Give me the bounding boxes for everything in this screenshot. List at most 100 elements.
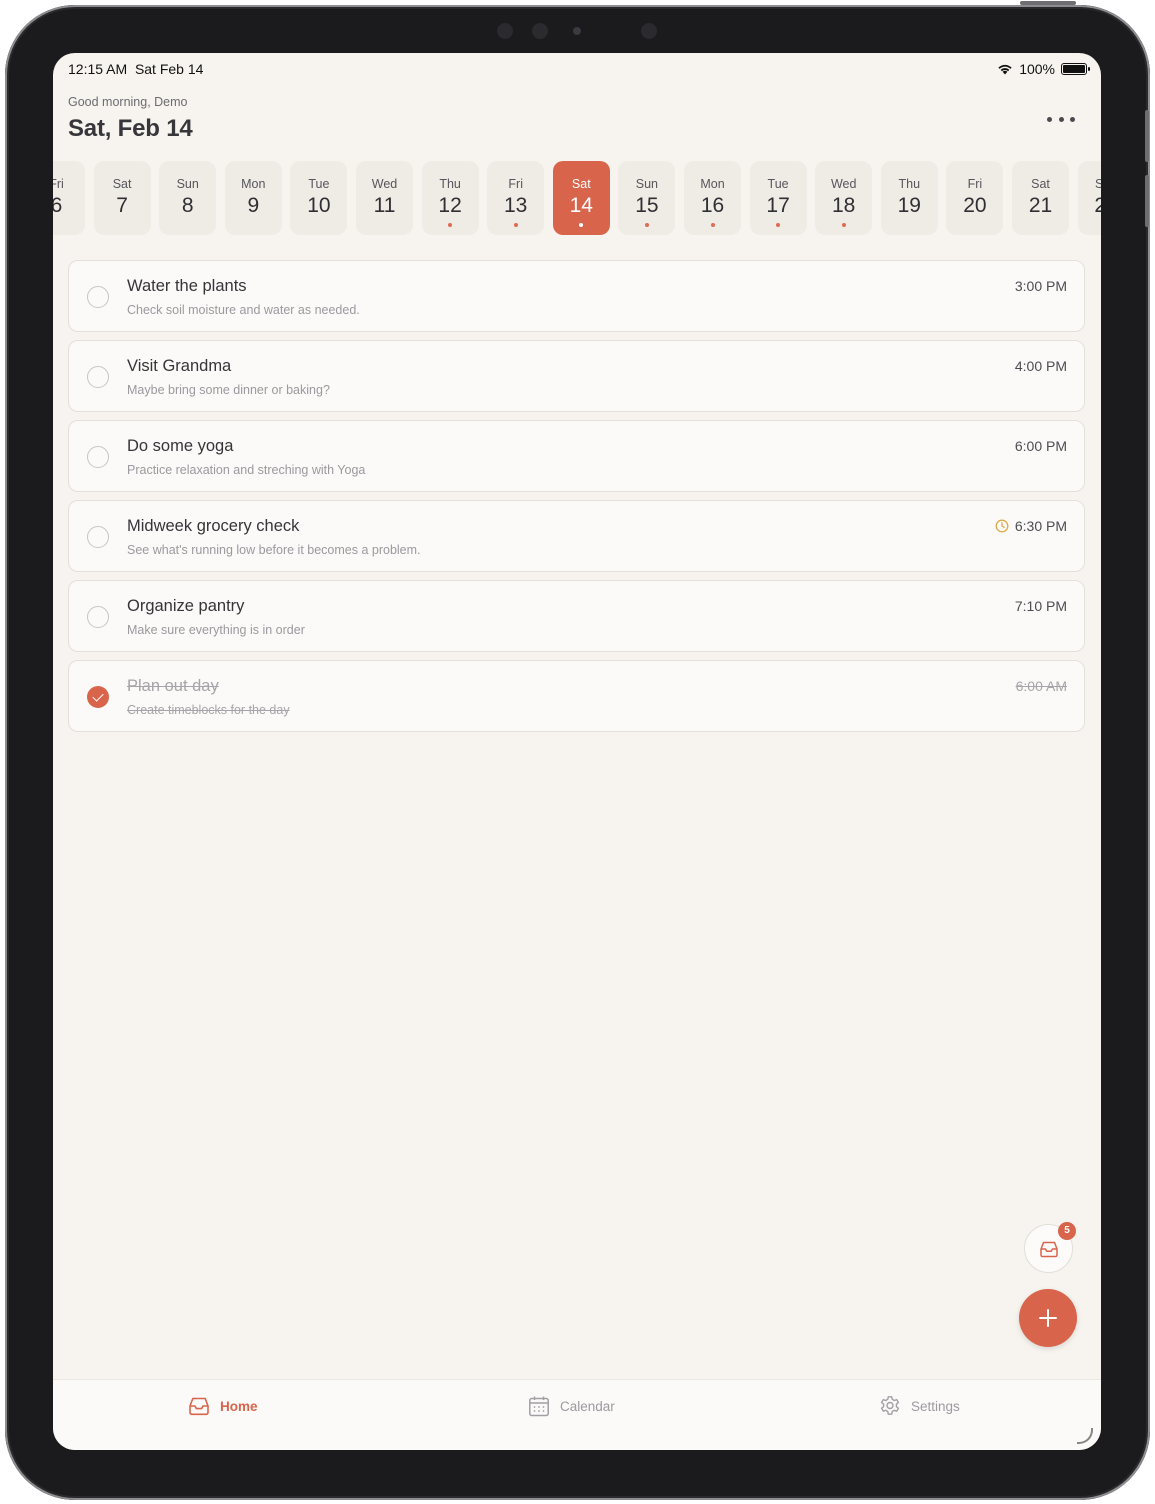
volume-up-button <box>1145 110 1149 162</box>
date-chip[interactable]: Thu 19 <box>880 161 938 235</box>
task-time: 4:00 PM <box>1015 358 1067 374</box>
resize-corner <box>1077 1428 1093 1444</box>
date-chip-selected[interactable]: Sat 14 <box>552 161 610 235</box>
calendar-icon <box>529 1396 549 1417</box>
date-chip-weekday: Mon <box>241 177 266 191</box>
date-chip-weekday: Sat <box>571 177 591 191</box>
task-card[interactable]: Plan out day Create timeblocks for the da… <box>68 660 1085 732</box>
task-card[interactable]: Water the plants Check soil moisture and … <box>68 260 1085 332</box>
task-card[interactable]: Visit Grandma Maybe bring some dinner or … <box>68 340 1085 412</box>
task-description: Make sure everything is in order <box>127 623 305 637</box>
date-chip[interactable]: Wed 11 <box>356 161 413 235</box>
sensor-dot <box>573 27 581 35</box>
status-indicators: 100% <box>997 61 1090 77</box>
task-title: Do some yoga <box>127 437 234 455</box>
task-checkbox-checked[interactable] <box>87 686 109 708</box>
date-chip-weekday: Thu <box>439 177 461 191</box>
date-chip-number: 19 <box>897 194 921 217</box>
battery-percent: 100% <box>1019 61 1055 77</box>
date-chip[interactable]: Fri 13 <box>487 161 545 235</box>
task-time: 7:10 PM <box>1015 598 1067 614</box>
date-chip-weekday: Fri <box>53 177 64 191</box>
date-chip-number: 14 <box>569 194 593 217</box>
add-task-button[interactable] <box>1019 1289 1077 1347</box>
date-chip-number: 8 <box>181 194 194 217</box>
date-chip-weekday: Fri <box>508 177 523 191</box>
task-indicator-dot <box>776 223 781 227</box>
task-time-label: 6:00 PM <box>1014 438 1067 454</box>
inbox-tray-icon <box>189 1397 209 1416</box>
task-title: Plan out day <box>127 677 219 695</box>
task-title: Organize pantry <box>127 597 245 615</box>
task-card[interactable]: Do some yoga Practice relaxation and stre… <box>68 420 1085 492</box>
date-chip[interactable]: Tue 17 <box>749 161 807 235</box>
date-chip-weekday: Sun <box>1094 177 1101 191</box>
task-time: 6:00 AM <box>1016 678 1067 694</box>
task-description: Practice relaxation and streching with Y… <box>127 463 366 477</box>
tab-home-label: Home <box>220 1398 258 1414</box>
date-chip[interactable]: Mon 9 <box>224 161 282 235</box>
date-chip-number: 20 <box>963 194 987 217</box>
task-checkbox[interactable] <box>87 286 109 308</box>
task-time: 3:00 PM <box>1015 278 1067 294</box>
clock-icon <box>995 519 1009 533</box>
date-chip[interactable]: Thu 12 <box>421 161 479 235</box>
date-chip[interactable]: Sat 21 <box>1012 161 1069 235</box>
gear-icon <box>880 1396 900 1415</box>
date-chip[interactable]: Fri 6 <box>53 161 85 235</box>
task-card[interactable]: Organize pantry Make sure everything is i… <box>68 580 1085 652</box>
status-time: 12:15 AM <box>68 61 128 77</box>
task-card[interactable]: Midweek grocery check See what's running … <box>68 500 1085 572</box>
date-chip[interactable]: Mon 16 <box>684 161 741 235</box>
more-options-button[interactable] <box>1047 111 1075 127</box>
date-chip-weekday: Tue <box>308 177 330 191</box>
task-indicator-dot <box>579 223 584 227</box>
task-time-label: 3:00 PM <box>1014 278 1067 294</box>
date-chip[interactable]: Sun 22 <box>1077 161 1101 235</box>
task-indicator-dot <box>513 223 518 227</box>
task-checkbox[interactable] <box>87 446 109 468</box>
date-chip-number: 12 <box>438 194 462 217</box>
task-indicator-dot <box>448 223 453 227</box>
date-chip[interactable]: Sun 15 <box>618 161 676 235</box>
date-chip[interactable]: Wed 18 <box>815 161 873 235</box>
date-chip[interactable]: Fri 20 <box>946 161 1004 235</box>
task-checkbox[interactable] <box>87 366 109 388</box>
tab-calendar[interactable]: Calendar <box>528 1394 615 1418</box>
task-time-label: 6:00 AM <box>1015 678 1067 694</box>
task-time-label: 4:00 PM <box>1014 358 1067 374</box>
date-chip-weekday: Sat <box>112 177 132 191</box>
date-chip-number: 11 <box>373 194 396 217</box>
date-chip[interactable]: Sun 8 <box>159 161 217 235</box>
date-chip-number: 21 <box>1028 194 1053 217</box>
ellipsis-dot <box>1047 116 1052 122</box>
volume-down-button <box>1145 175 1149 227</box>
task-indicator-dot <box>841 223 846 227</box>
task-indicator-dot <box>710 223 715 227</box>
date-chip[interactable]: Tue 10 <box>290 161 348 235</box>
wifi-icon <box>998 64 1012 75</box>
power-button <box>1020 1 1076 5</box>
date-chip-weekday: Wed <box>371 177 398 191</box>
task-description: Check soil moisture and water as needed. <box>127 303 360 317</box>
date-chip-number: 22 <box>1094 194 1101 217</box>
status-clock: 12:15 AM Sat Feb 14 <box>68 61 203 77</box>
app-screen: 12:15 AM Sat Feb 14 100% Good morning, D… <box>53 53 1101 1450</box>
date-chip[interactable]: Sat 7 <box>93 161 151 235</box>
page-title: Sat, Feb 14 <box>68 115 193 142</box>
inbox-badge: 5 <box>1058 1222 1076 1240</box>
tab-settings-label: Settings <box>911 1398 960 1414</box>
tab-settings[interactable]: Settings <box>879 1394 960 1418</box>
tab-home[interactable]: Home <box>188 1394 258 1418</box>
date-chip-number: 6 <box>53 194 63 217</box>
task-checkbox[interactable] <box>87 526 109 548</box>
ellipsis-dot <box>1058 116 1064 122</box>
ellipsis-dot <box>1070 116 1075 122</box>
task-checkbox[interactable] <box>87 606 109 628</box>
task-time-label: 6:30 PM <box>1014 518 1067 534</box>
date-chip-weekday: Wed <box>830 177 857 191</box>
task-time: 6:30 PM <box>995 518 1067 534</box>
date-chip-number: 16 <box>700 194 725 217</box>
date-chip-number: 13 <box>504 194 528 217</box>
date-strip[interactable]: Fri 6 Sat 7 Sun 8 Mon 9 Tue 10 Wed 11 Thu 12 Fri 13 Sat 1… <box>53 161 1101 237</box>
